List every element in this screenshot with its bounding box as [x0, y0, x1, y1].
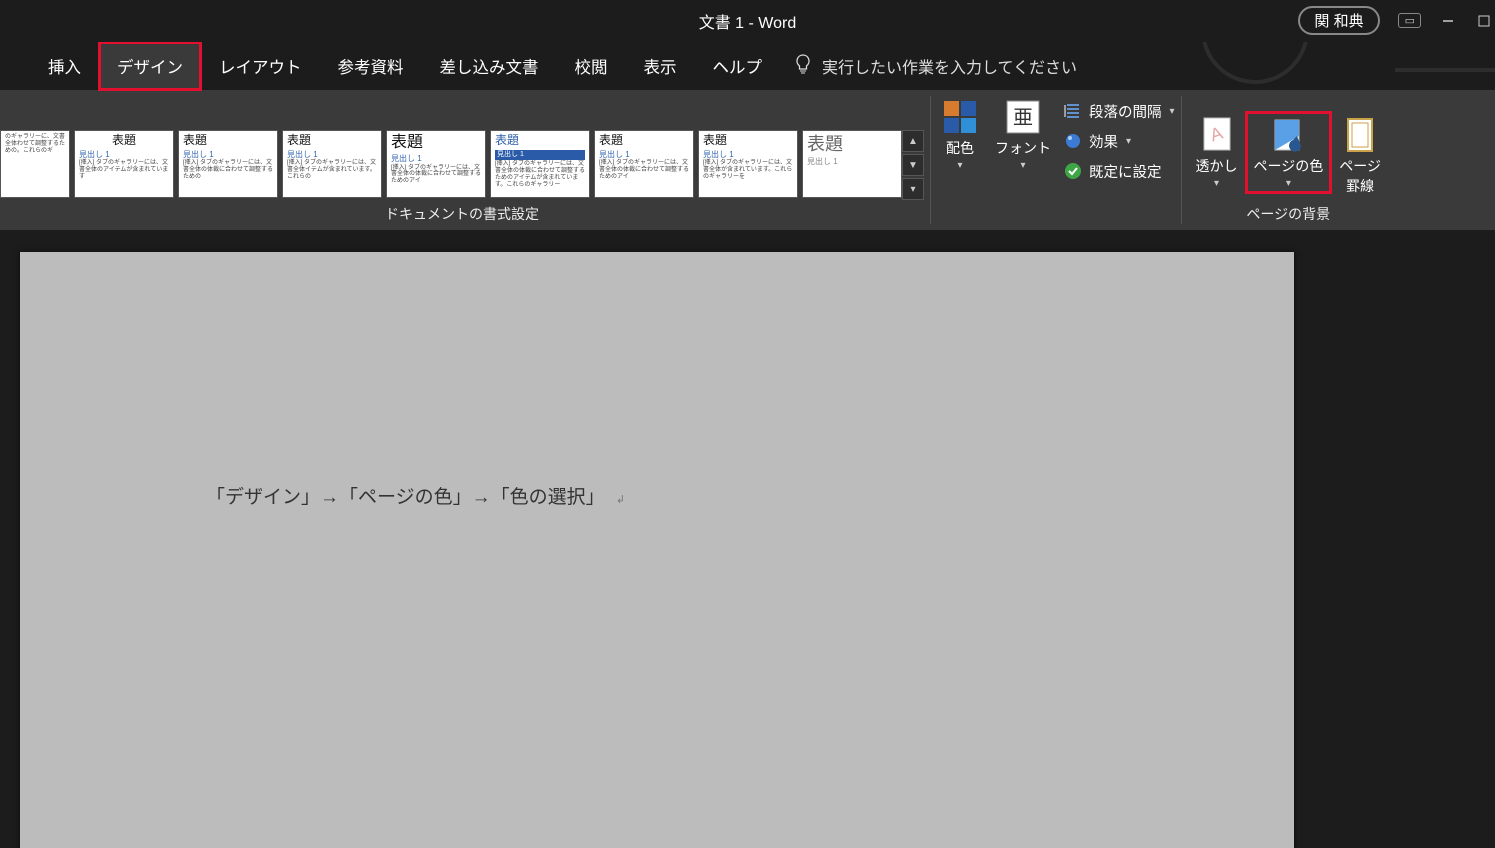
lightbulb-icon	[794, 54, 812, 79]
watermark-button[interactable]: A 透かし ▾	[1188, 112, 1246, 193]
maximize-icon	[1478, 15, 1490, 27]
effects-button[interactable]: 効果 ▾	[1059, 126, 1179, 156]
tell-me-placeholder: 実行したい作業を入力してください	[822, 54, 1077, 78]
tell-me-search[interactable]: 実行したい作業を入力してください	[780, 42, 1091, 90]
colors-button[interactable]: 配色 ▾	[933, 94, 987, 175]
theme-thumb[interactable]: 表題 見出し 1 [挿入] タブのギャラリーには、文書全体の体裁に合わせて調整す…	[178, 130, 278, 198]
ribbon-options-icon: ▭	[1405, 15, 1414, 27]
fonts-button[interactable]: 亜 フォント ▾	[987, 94, 1059, 175]
chevron-down-icon: ▾	[957, 160, 962, 171]
gallery-down-button[interactable]: ▼	[902, 154, 924, 176]
tab-design[interactable]: デザイン	[99, 42, 201, 90]
page-color-button[interactable]: ページの色 ▾	[1246, 112, 1332, 193]
chevron-down-icon: ▼	[908, 160, 918, 171]
checkmark-icon	[1063, 161, 1083, 181]
watermark-icon: A	[1198, 116, 1236, 154]
gallery-scroll: ▲ ▼ ▾	[902, 128, 924, 200]
account-button[interactable]: 関 和典	[1298, 6, 1379, 35]
more-icon: ▾	[910, 184, 915, 195]
svg-text:亜: 亜	[1013, 107, 1033, 129]
tab-insert[interactable]: 挿入	[30, 42, 99, 90]
theme-thumb[interactable]: 表題 見出し 1 [挿入] タブのギャラリーには、文書全体の体裁に合わせて調整す…	[594, 130, 694, 198]
group-document-formatting: のギャラリーに、文書全体わせて調整するための。これらのギ 表題 見出し 1 [挿…	[0, 90, 928, 230]
page-borders-button[interactable]: ページ罫線	[1331, 112, 1389, 200]
window-title: 文書 1 - Word	[699, 9, 797, 33]
ribbon: のギャラリーに、文書全体わせて調整するための。これらのギ 表題 見出し 1 [挿…	[0, 90, 1495, 230]
page-borders-icon	[1341, 116, 1379, 154]
document-text[interactable]: 「デザイン」→「ページの色」→「色の選択」	[206, 487, 605, 508]
chevron-down-icon: ▾	[1126, 136, 1131, 147]
tab-mailings[interactable]: 差し込み文書	[422, 42, 557, 90]
theme-thumb[interactable]: 表題 見出し 1 [挿入] タブのギャラリーには、文書全体が含まれています。これ…	[698, 130, 798, 198]
paragraph-mark-icon: ↲	[616, 494, 625, 506]
separator	[1181, 96, 1182, 224]
ribbon-tabs: 挿入 デザイン レイアウト 参考資料 差し込み文書 校閲 表示 ヘルプ 実行した…	[0, 42, 1495, 90]
minimize-button[interactable]	[1439, 12, 1457, 30]
theme-thumb[interactable]: 表題 見出し 1 [挿入] タブのギャラリーには、文書全体イテムが含まれています…	[282, 130, 382, 198]
group-page-background: A 透かし ▾ ページの色 ▾ ページ罫線 ページの背景	[1184, 90, 1391, 230]
tab-layout[interactable]: レイアウト	[201, 42, 320, 90]
user-name: 関 和典	[1314, 10, 1363, 31]
document-workspace[interactable]: 「デザイン」→「ページの色」→「色の選択」 ↲	[0, 230, 1495, 848]
theme-thumb[interactable]: 表題 見出し 1	[802, 130, 902, 198]
fonts-icon: 亜	[1004, 98, 1042, 136]
effects-icon	[1063, 131, 1083, 151]
set-as-default-button[interactable]: 既定に設定	[1059, 156, 1179, 186]
title-bar: 文書 1 - Word 関 和典 ▭	[0, 0, 1495, 42]
colors-icon	[941, 98, 979, 136]
document-page[interactable]: 「デザイン」→「ページの色」→「色の選択」 ↲	[20, 252, 1294, 848]
tab-help[interactable]: ヘルプ	[695, 42, 781, 90]
chevron-down-icon: ▾	[1214, 178, 1219, 189]
chevron-down-icon: ▾	[1020, 160, 1025, 171]
gallery-up-button[interactable]: ▲	[902, 130, 924, 152]
theme-thumb[interactable]: のギャラリーに、文書全体わせて調整するための。これらのギ	[0, 130, 70, 198]
theme-thumb[interactable]: 表題 見出し 1 [挿入] タブのギャラリーには、文書全体の体裁に合わせて調整す…	[386, 130, 486, 198]
chevron-down-icon: ▾	[1286, 178, 1291, 189]
separator	[930, 96, 931, 224]
tab-references[interactable]: 参考資料	[320, 42, 422, 90]
theme-thumb[interactable]: 表題 見出し 1 [挿入] タブのギャラリーには、文書全体の体裁に合わせて調整す…	[490, 130, 590, 198]
tab-review[interactable]: 校閲	[557, 42, 626, 90]
page-color-icon	[1269, 116, 1307, 154]
group-label-document-formatting: ドキュメントの書式設定	[385, 200, 539, 224]
theme-thumb[interactable]: 表題 見出し 1 [挿入] タブのギャラリーには、文書全体のアイテムが含まれてい…	[74, 130, 174, 198]
ribbon-display-options-button[interactable]: ▭	[1398, 13, 1421, 28]
group-label-page-background: ページの背景	[1246, 200, 1330, 224]
gallery-more-button[interactable]: ▾	[902, 178, 924, 200]
paragraph-spacing-button[interactable]: 段落の間隔 ▾	[1059, 96, 1179, 126]
tab-view[interactable]: 表示	[626, 42, 695, 90]
paragraph-spacing-icon	[1063, 101, 1083, 121]
theme-gallery[interactable]: のギャラリーに、文書全体わせて調整するための。これらのギ 表題 見出し 1 [挿…	[0, 128, 902, 198]
chevron-down-icon: ▾	[1170, 106, 1175, 117]
chevron-up-icon: ▲	[908, 136, 918, 147]
maximize-button[interactable]	[1475, 12, 1493, 30]
minimize-icon	[1441, 14, 1455, 28]
